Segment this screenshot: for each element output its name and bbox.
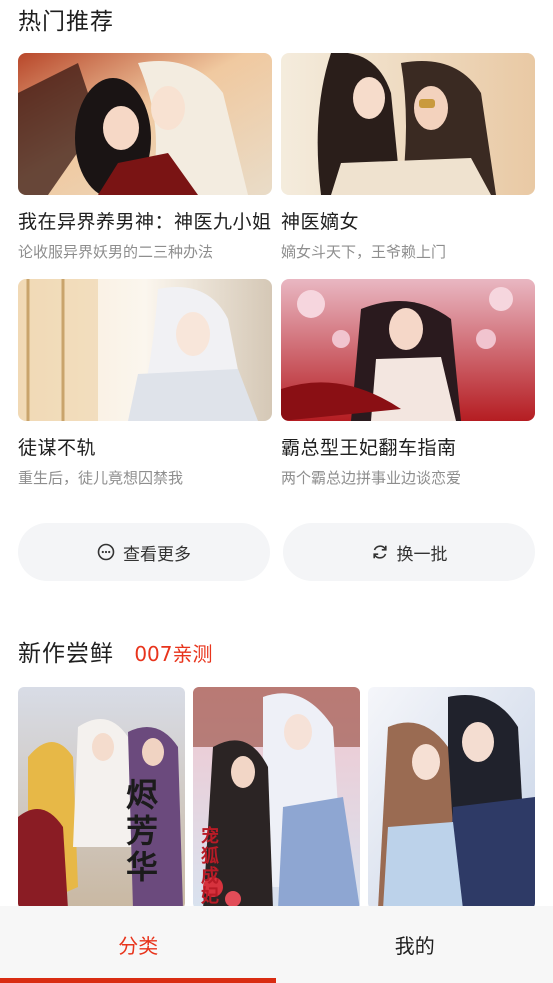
hot-card-title[interactable]: 霸总型王妃翻车指南 bbox=[281, 433, 535, 460]
new-section-title: 新作尝鲜 007亲测 bbox=[18, 634, 213, 668]
new-cover-1[interactable]: 烬芳华 bbox=[18, 687, 185, 909]
refresh-icon bbox=[372, 545, 387, 559]
more-dots-icon bbox=[97, 543, 115, 561]
tab-category-label: 分类 bbox=[118, 934, 159, 958]
hot-card-3[interactable]: 徒谋不轨 重生后，徒儿竟想囚禁我 bbox=[18, 279, 272, 488]
hot-card-title[interactable]: 我在异界养男神：神医九小姐 bbox=[18, 207, 272, 234]
refresh-label: 换一批 bbox=[396, 544, 448, 565]
new-cover-3[interactable] bbox=[368, 687, 535, 909]
refresh-button[interactable]: 换一批 bbox=[283, 523, 535, 581]
hot-card-4[interactable]: 霸总型王妃翻车指南 两个霸总边拼事业边谈恋爱 bbox=[281, 279, 535, 488]
bottom-tab-bar: 分类 我的 bbox=[0, 906, 553, 983]
hot-card-title[interactable]: 神医嫡女 bbox=[281, 207, 535, 234]
new-cover-2[interactable]: 宠狐成妃 bbox=[193, 687, 360, 909]
hot-card-title[interactable]: 徒谋不轨 bbox=[18, 433, 272, 460]
new-cover-2-text: 宠狐成妃 bbox=[201, 826, 219, 907]
new-cover-1-text: 烬芳华 bbox=[126, 776, 159, 886]
hot-card-cover[interactable] bbox=[281, 279, 535, 421]
tab-category[interactable]: 分类 bbox=[0, 906, 277, 983]
new-section-tag[interactable]: 007亲测 bbox=[134, 642, 212, 666]
tab-mine-label: 我的 bbox=[394, 934, 435, 958]
hot-card-subtitle: 两个霸总边拼事业边谈恋爱 bbox=[281, 469, 462, 487]
active-tab-indicator bbox=[0, 978, 276, 983]
hot-card-subtitle: 论收服异界妖男的二三种办法 bbox=[18, 243, 214, 261]
hot-card-cover[interactable] bbox=[18, 53, 272, 195]
new-section-title-text: 新作尝鲜 bbox=[18, 641, 114, 667]
hot-card-1[interactable]: 我在异界养男神：神医九小姐 论收服异界妖男的二三种办法 bbox=[18, 53, 272, 262]
hot-card-cover[interactable] bbox=[18, 279, 272, 421]
hot-card-cover[interactable] bbox=[281, 53, 535, 195]
view-more-button[interactable]: 查看更多 bbox=[18, 523, 270, 581]
view-more-label: 查看更多 bbox=[123, 544, 191, 565]
hot-card-subtitle: 重生后，徒儿竟想囚禁我 bbox=[18, 469, 184, 487]
hot-card-subtitle: 嫡女斗天下，王爷赖上门 bbox=[281, 243, 447, 261]
hot-card-2[interactable]: 神医嫡女 嫡女斗天下，王爷赖上门 bbox=[281, 53, 535, 262]
hot-section-title: 热门推荐 bbox=[18, 9, 114, 35]
tab-mine[interactable]: 我的 bbox=[277, 906, 553, 983]
